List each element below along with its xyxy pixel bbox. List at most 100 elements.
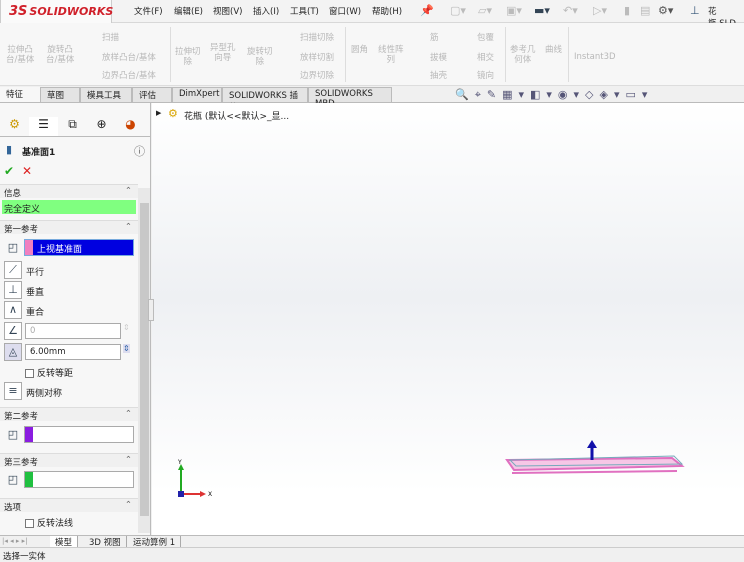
hole-wizard-button[interactable]: 异型孔 向导 bbox=[210, 43, 236, 63]
flip-offset-label: 反转等距 bbox=[37, 369, 74, 379]
boundary-cut-button[interactable]: 边界切除 bbox=[300, 69, 334, 81]
linear-pattern-button[interactable]: 线性阵 列 bbox=[378, 45, 404, 65]
status-message: 完全定义 bbox=[2, 200, 136, 215]
tab-evaluate[interactable]: 评估 bbox=[132, 87, 172, 102]
reference-entity-icon: ◰ bbox=[7, 428, 19, 441]
revolve-boss-button[interactable]: 旋转凸 台/基体 bbox=[46, 45, 74, 65]
status-bar: 选择一实体 bbox=[0, 547, 744, 562]
options-gear-icon[interactable]: ⚙▾ bbox=[658, 4, 673, 17]
distance-spinner[interactable]: ⇕ bbox=[123, 344, 130, 353]
swept-cut-button[interactable]: 扫描切除 bbox=[300, 31, 334, 43]
menu-view[interactable]: 视图(V) bbox=[213, 5, 242, 17]
menu-window[interactable]: 窗口(W) bbox=[329, 5, 361, 17]
cancel-x-icon[interactable]: ✕ bbox=[22, 164, 32, 178]
angle-icon[interactable]: ∠ bbox=[4, 322, 22, 340]
reference-entity-icon: ◰ bbox=[7, 473, 19, 486]
first-reference-field[interactable]: 上视基准面 bbox=[24, 239, 134, 256]
angle-spinner[interactable]: ⇕ bbox=[123, 323, 130, 332]
solidworks-logo[interactable]: 3S SOLIDWORKS bbox=[0, 0, 114, 24]
flip-normal-checkbox[interactable]: 反转法线 bbox=[25, 516, 73, 529]
third-reference-header[interactable]: 第三参考 ⌃ bbox=[0, 453, 138, 468]
flip-normal-label: 反转法线 bbox=[37, 519, 74, 529]
info-header-label: 信息 bbox=[4, 189, 22, 199]
info-section-header[interactable]: 信息 ⌃ bbox=[0, 184, 138, 199]
curves-button[interactable]: 曲线 bbox=[545, 45, 562, 55]
menu-insert[interactable]: 插入(I) bbox=[253, 5, 279, 17]
flip-offset-checkbox[interactable]: 反转等距 bbox=[25, 366, 73, 379]
collapse-icon[interactable]: ⌃ bbox=[125, 455, 132, 465]
file-properties-icon[interactable]: ▤ bbox=[640, 4, 650, 17]
parallel-label: 平行 bbox=[26, 268, 45, 278]
second-reference-header[interactable]: 第二参考 ⌃ bbox=[0, 407, 138, 422]
wrap-button[interactable]: 包覆 bbox=[477, 31, 494, 43]
graphics-area[interactable]: ▶ ⚙ 花瓶 (默认<<默认>_显... Y X bbox=[148, 103, 744, 535]
feature-tree-root[interactable]: 花瓶 (默认<<默认>_显... bbox=[184, 109, 289, 122]
menu-file[interactable]: 文件(F) bbox=[134, 5, 163, 17]
perpendicular-icon[interactable]: ⊥ bbox=[4, 281, 22, 299]
extrude-cut-button[interactable]: 拉伸切 除 bbox=[175, 47, 201, 67]
view-toolbar-icons[interactable]: 🔍⌖✎▦▾◧▾◉▾◇◈▾▭▾ bbox=[455, 88, 653, 102]
panel-collapse-handle[interactable] bbox=[148, 299, 154, 321]
x-axis-label: X bbox=[208, 491, 212, 498]
rib-button[interactable]: 筋 bbox=[430, 31, 439, 43]
rebuild-icon[interactable]: ▮ bbox=[624, 4, 630, 17]
tab-solidworks-addins[interactable]: SOLIDWORKS 插件 bbox=[222, 87, 308, 113]
intersect-button[interactable]: 相交 bbox=[477, 51, 494, 63]
menu-tools[interactable]: 工具(T) bbox=[290, 5, 319, 17]
property-manager-tab-icon[interactable]: ☰ bbox=[29, 117, 58, 136]
collapse-icon[interactable]: ⌃ bbox=[125, 186, 132, 196]
collapse-icon[interactable]: ⌃ bbox=[125, 409, 132, 419]
angle-input[interactable]: 0 bbox=[25, 323, 121, 339]
open-icon[interactable]: ▱▾ bbox=[478, 4, 492, 17]
shell-button[interactable]: 抽壳 bbox=[430, 69, 447, 81]
dimxpert-manager-tab-icon[interactable]: ⊕ bbox=[87, 117, 116, 136]
revolve-cut-button[interactable]: 旋转切 除 bbox=[247, 47, 273, 67]
mid-plane-icon[interactable]: ≡ bbox=[4, 382, 22, 400]
model-preview bbox=[505, 440, 685, 474]
tree-expand-arrow[interactable]: ▶ bbox=[156, 109, 161, 117]
configuration-manager-tab-icon[interactable]: ⧉ bbox=[58, 117, 87, 136]
collapse-icon[interactable]: ⌃ bbox=[125, 500, 132, 510]
first-reference-value: 上视基准面 bbox=[37, 245, 83, 255]
reference-geometry-button[interactable]: 参考几 何体 bbox=[510, 45, 536, 65]
help-icon[interactable]: ⓘ bbox=[134, 143, 145, 159]
extrude-boss-button[interactable]: 拉伸凸 台/基体 bbox=[6, 45, 34, 65]
parallel-icon[interactable]: ⟋ bbox=[4, 261, 22, 279]
tab-mold-tools[interactable]: 模具工具 bbox=[80, 87, 132, 102]
instant3d-button[interactable]: Instant3D bbox=[574, 52, 616, 62]
sweep-button[interactable]: 扫描 bbox=[102, 31, 119, 43]
display-manager-tab-icon[interactable]: ◕ bbox=[116, 117, 145, 136]
tab-sketch[interactable]: 草图 bbox=[40, 87, 80, 102]
second-reference-field[interactable] bbox=[24, 426, 134, 443]
pin-icon[interactable]: 📌 bbox=[420, 4, 434, 17]
boundary-boss-button[interactable]: 边界凸台/基体 bbox=[102, 69, 156, 81]
mirror-button[interactable]: 镜向 bbox=[477, 69, 494, 81]
menu-edit[interactable]: 编辑(E) bbox=[174, 5, 203, 17]
new-icon[interactable]: ▢▾ bbox=[450, 4, 466, 17]
feature-manager-tab-icon[interactable]: ⚙ bbox=[0, 117, 29, 136]
tab-features[interactable]: 特征 bbox=[0, 87, 40, 102]
lofted-cut-button[interactable]: 放样切割 bbox=[300, 51, 334, 63]
coordinate-triad: Y X bbox=[177, 459, 212, 498]
scrollbar-thumb[interactable] bbox=[140, 203, 149, 516]
loft-button[interactable]: 放样凸台/基体 bbox=[102, 51, 156, 63]
first-reference-header[interactable]: 第一参考 ⌃ bbox=[0, 220, 138, 235]
coincident-icon[interactable]: ∧ bbox=[4, 301, 22, 319]
select-icon[interactable]: ▷▾ bbox=[593, 4, 607, 17]
collapse-icon[interactable]: ⌃ bbox=[125, 222, 132, 232]
ok-check-icon[interactable]: ✔ bbox=[4, 164, 14, 178]
menu-help[interactable]: 帮助(H) bbox=[372, 5, 402, 17]
logo-text: SOLIDWORKS bbox=[29, 5, 114, 18]
undo-icon[interactable]: ↶▾ bbox=[563, 4, 578, 17]
print-icon[interactable]: ▬▾ bbox=[534, 4, 550, 17]
options-header[interactable]: 选项 ⌃ bbox=[0, 498, 138, 513]
draft-button[interactable]: 拔模 bbox=[430, 51, 447, 63]
fillet-button[interactable]: 圆角 bbox=[351, 45, 368, 55]
tab-solidworks-mbd[interactable]: SOLIDWORKS MBD bbox=[308, 87, 392, 109]
tab-scroll-arrows[interactable]: |◂ ◂ ▸ ▸| bbox=[2, 537, 27, 545]
save-icon[interactable]: ▣▾ bbox=[506, 4, 522, 17]
third-reference-field[interactable] bbox=[24, 471, 134, 488]
tab-dimxpert[interactable]: DimXpert bbox=[172, 87, 222, 102]
offset-distance-icon[interactable]: ◬ bbox=[4, 343, 22, 361]
offset-distance-input[interactable]: 6.00mm bbox=[25, 344, 121, 360]
